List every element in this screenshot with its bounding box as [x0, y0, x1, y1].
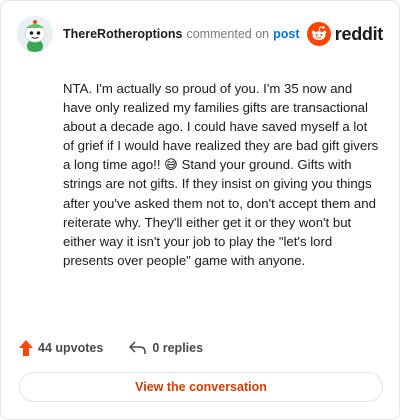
upvote-arrow-icon — [19, 340, 33, 356]
post-link[interactable]: post — [273, 27, 299, 41]
avatar[interactable] — [17, 16, 53, 52]
comment-header: ThereRotheroptions commented on post red… — [17, 14, 383, 54]
reply-arrow-icon — [129, 341, 147, 354]
upvote-count: 44 upvotes — [38, 341, 104, 355]
upvote-action[interactable]: 44 upvotes — [19, 340, 103, 356]
reddit-logo-icon — [306, 22, 331, 46]
commented-on-label: commented on — [186, 27, 270, 41]
reply-count: 0 replies — [152, 341, 204, 355]
comment-actions: 44 upvotes 0 replies — [19, 337, 203, 359]
reply-action[interactable]: 0 replies — [129, 341, 203, 355]
snoo-avatar-icon — [17, 16, 53, 52]
reddit-brand[interactable]: reddit — [306, 22, 384, 46]
view-conversation-button[interactable]: View the conversation — [19, 372, 383, 402]
embedded-comment-card: ThereRotheroptions commented on post red… — [0, 0, 400, 420]
reddit-wordmark: reddit — [334, 23, 384, 44]
comment-body: NTA. I'm actually so proud of you. I'm 3… — [63, 81, 379, 268]
comment-meta: ThereRotheroptions commented on post — [63, 27, 300, 41]
username-link[interactable]: ThereRotheroptions — [63, 27, 182, 41]
